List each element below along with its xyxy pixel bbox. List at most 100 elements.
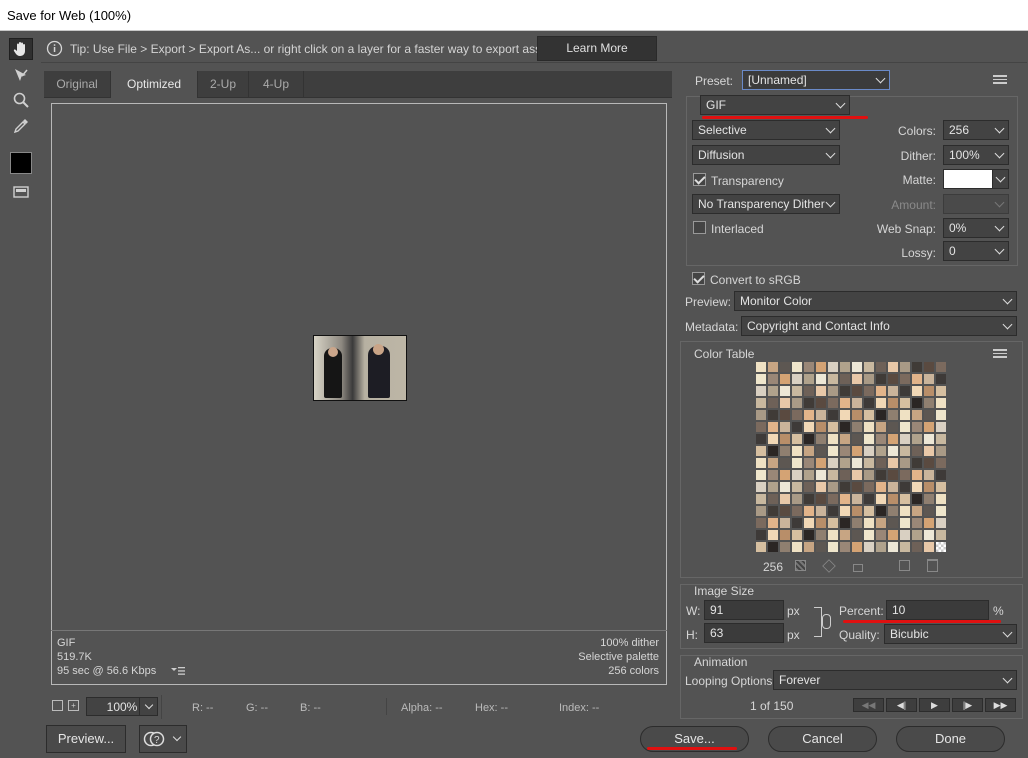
- color-swatch[interactable]: [935, 409, 947, 421]
- color-swatch[interactable]: [779, 445, 791, 457]
- play-button[interactable]: ▶: [919, 698, 950, 712]
- color-swatch[interactable]: [875, 373, 887, 385]
- color-swatch[interactable]: [875, 481, 887, 493]
- color-swatch[interactable]: [815, 493, 827, 505]
- matte-dropdown[interactable]: [992, 169, 1009, 189]
- color-swatch[interactable]: [815, 397, 827, 409]
- color-swatch[interactable]: [803, 541, 815, 553]
- color-swatch[interactable]: [887, 385, 899, 397]
- color-swatch[interactable]: [935, 541, 947, 553]
- color-swatch[interactable]: [911, 457, 923, 469]
- color-swatch[interactable]: [827, 493, 839, 505]
- color-swatch[interactable]: [767, 373, 779, 385]
- color-swatch[interactable]: [755, 505, 767, 517]
- color-swatch[interactable]: [899, 445, 911, 457]
- color-swatch[interactable]: [803, 493, 815, 505]
- color-swatch[interactable]: [791, 481, 803, 493]
- zoom-tool[interactable]: [9, 89, 33, 111]
- color-swatch[interactable]: [899, 361, 911, 373]
- color-swatch[interactable]: [827, 421, 839, 433]
- color-swatch[interactable]: [875, 541, 887, 553]
- color-swatch[interactable]: [767, 385, 779, 397]
- color-swatch[interactable]: [791, 445, 803, 457]
- color-swatch[interactable]: [791, 529, 803, 541]
- color-swatch[interactable]: [875, 505, 887, 517]
- color-swatch[interactable]: [887, 397, 899, 409]
- color-swatch[interactable]: [755, 541, 767, 553]
- dither-algorithm-select[interactable]: Diffusion: [692, 145, 840, 165]
- color-swatch[interactable]: [803, 397, 815, 409]
- color-swatch[interactable]: [911, 445, 923, 457]
- color-swatch[interactable]: [887, 493, 899, 505]
- tab-original[interactable]: Original: [44, 71, 111, 98]
- color-swatch[interactable]: [791, 457, 803, 469]
- color-swatch[interactable]: [887, 361, 899, 373]
- color-swatch[interactable]: [839, 409, 851, 421]
- lossy-select[interactable]: 0: [943, 241, 1009, 261]
- matte-color-swatch[interactable]: [943, 169, 993, 189]
- color-swatch[interactable]: [839, 445, 851, 457]
- color-swatch[interactable]: [839, 421, 851, 433]
- color-swatch[interactable]: [935, 433, 947, 445]
- color-swatch[interactable]: [851, 397, 863, 409]
- file-format-select[interactable]: GIF: [700, 95, 850, 115]
- color-swatch[interactable]: [755, 433, 767, 445]
- color-swatch[interactable]: [779, 541, 791, 553]
- metadata-select[interactable]: Copyright and Contact Info: [741, 316, 1017, 336]
- color-swatch[interactable]: [803, 409, 815, 421]
- color-swatch[interactable]: [827, 397, 839, 409]
- color-swatch[interactable]: [767, 529, 779, 541]
- web-snap-select[interactable]: 0%: [943, 218, 1009, 238]
- color-swatch[interactable]: [875, 397, 887, 409]
- color-swatch[interactable]: [911, 541, 923, 553]
- color-swatch[interactable]: [923, 493, 935, 505]
- learn-more-button[interactable]: Learn More: [537, 36, 657, 61]
- color-swatch[interactable]: [815, 457, 827, 469]
- first-frame-button[interactable]: ◀◀: [853, 698, 884, 712]
- color-swatch[interactable]: [935, 469, 947, 481]
- color-swatch[interactable]: [803, 505, 815, 517]
- color-swatch[interactable]: [887, 529, 899, 541]
- color-swatch[interactable]: [791, 493, 803, 505]
- color-swatch[interactable]: [755, 385, 767, 397]
- color-swatch[interactable]: [851, 481, 863, 493]
- color-swatch[interactable]: [911, 517, 923, 529]
- color-swatch[interactable]: [863, 373, 875, 385]
- color-swatch[interactable]: [815, 445, 827, 457]
- color-swatch[interactable]: [779, 421, 791, 433]
- transparency-dither-select[interactable]: No Transparency Dither: [692, 194, 840, 214]
- percent-input[interactable]: 10: [886, 600, 989, 620]
- color-swatch[interactable]: [767, 421, 779, 433]
- color-swatch[interactable]: [767, 397, 779, 409]
- color-swatch[interactable]: [767, 469, 779, 481]
- color-swatch[interactable]: [755, 529, 767, 541]
- color-swatch[interactable]: [839, 469, 851, 481]
- color-swatch[interactable]: [803, 529, 815, 541]
- color-swatch[interactable]: [815, 469, 827, 481]
- color-swatch[interactable]: [923, 397, 935, 409]
- color-swatch[interactable]: [863, 529, 875, 541]
- color-swatch[interactable]: [767, 445, 779, 457]
- color-swatch[interactable]: [755, 421, 767, 433]
- color-swatch[interactable]: [935, 517, 947, 529]
- color-swatch[interactable]: [851, 469, 863, 481]
- color-swatch[interactable]: [815, 481, 827, 493]
- looping-select[interactable]: Forever: [773, 670, 1017, 690]
- color-swatch[interactable]: [827, 409, 839, 421]
- color-swatch[interactable]: [923, 517, 935, 529]
- color-swatch[interactable]: [815, 373, 827, 385]
- zoom-in-icon[interactable]: +: [68, 700, 79, 711]
- slice-select-tool[interactable]: [9, 64, 33, 86]
- color-swatch[interactable]: [935, 505, 947, 517]
- convert-srgb-checkbox[interactable]: [692, 272, 705, 285]
- color-swatch[interactable]: [791, 385, 803, 397]
- color-swatch[interactable]: [887, 517, 899, 529]
- map-to-transparent-icon[interactable]: [795, 560, 806, 571]
- color-swatch[interactable]: [935, 481, 947, 493]
- color-swatch[interactable]: [899, 421, 911, 433]
- download-speed-menu[interactable]: [171, 665, 185, 675]
- tab-4-up[interactable]: 4-Up: [249, 71, 304, 98]
- color-swatch[interactable]: [875, 457, 887, 469]
- color-swatch[interactable]: [767, 433, 779, 445]
- color-swatch[interactable]: [935, 445, 947, 457]
